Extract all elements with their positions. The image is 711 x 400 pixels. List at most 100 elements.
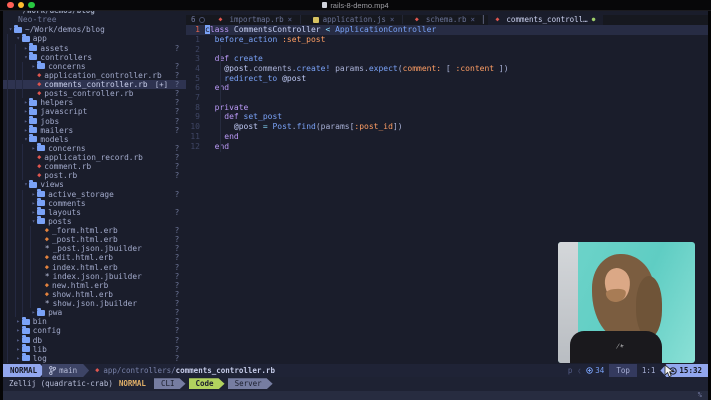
tree-item[interactable]: ▸layouts? bbox=[3, 208, 186, 217]
chevron-right-icon[interactable]: ▸ bbox=[30, 200, 37, 207]
tree-item-label: db bbox=[33, 336, 42, 345]
tree-item[interactable]: ▾views bbox=[3, 180, 186, 189]
folder-icon bbox=[29, 109, 37, 115]
zellij-tab-cli[interactable]: CLI bbox=[154, 378, 186, 389]
chevron-right-icon[interactable]: ▸ bbox=[30, 63, 37, 70]
code-line[interactable]: 2 bbox=[186, 45, 708, 55]
tree-item[interactable]: ◆application_record.rb? bbox=[3, 153, 186, 162]
git-status: ? bbox=[171, 190, 183, 199]
chevron-right-icon[interactable]: ▸ bbox=[30, 145, 37, 152]
statusline-right: p ❮ 34 Top 1:1 15:32 bbox=[568, 364, 708, 377]
chevron-right-icon[interactable]: ▸ bbox=[30, 309, 37, 316]
tree-item[interactable]: ▸db? bbox=[3, 336, 186, 345]
tree-item[interactable]: ▸comments bbox=[3, 199, 186, 208]
git-status: ? bbox=[171, 117, 183, 126]
chevron-right-icon[interactable]: ▸ bbox=[22, 45, 29, 52]
chevron-right-icon[interactable]: ▸ bbox=[22, 108, 29, 115]
indent-guide bbox=[15, 217, 23, 226]
close-buffer-icon[interactable]: × bbox=[470, 15, 475, 24]
tree-item-label: log bbox=[33, 354, 47, 363]
folder-icon bbox=[37, 145, 45, 151]
git-status: ? bbox=[171, 62, 183, 71]
indent-guide bbox=[7, 281, 15, 290]
buffer-tab[interactable]: ◆comments_controll…● bbox=[488, 15, 604, 26]
close-buffer-icon[interactable]: × bbox=[288, 15, 293, 24]
tree-item[interactable]: ◆_post.html.erb? bbox=[3, 235, 186, 244]
indent-guide bbox=[7, 263, 15, 272]
tree-item[interactable]: ▸pwa? bbox=[3, 308, 186, 317]
indent-guide bbox=[15, 263, 23, 272]
tree-item[interactable]: ◆show.html.erb? bbox=[3, 290, 186, 299]
chevron-right-icon[interactable]: ▸ bbox=[30, 191, 37, 198]
indent-guide bbox=[22, 299, 30, 308]
chevron-right-icon[interactable]: ▸ bbox=[15, 346, 22, 353]
chevron-right-icon[interactable]: ▸ bbox=[15, 337, 22, 344]
tree-item[interactable]: ◆_form.html.erb? bbox=[3, 226, 186, 235]
buffer-tab-label: schema.rb bbox=[426, 15, 467, 24]
code-line[interactable]: 10 @post = Post.find(params[:post_id]) bbox=[186, 122, 708, 132]
chevron-down-icon[interactable]: ▾ bbox=[7, 26, 14, 33]
tree-item[interactable]: ▸log? bbox=[3, 354, 186, 363]
git-status: ? bbox=[171, 290, 183, 299]
tree-item[interactable]: ◆application_controller.rb? bbox=[3, 71, 186, 80]
tree-item[interactable]: ◆posts_controller.rb? bbox=[3, 89, 186, 98]
neotree-panel[interactable]: ▾~/Work/demos/blog▾app▸assets?▾controlle… bbox=[3, 25, 186, 364]
chevron-down-icon[interactable]: ▾ bbox=[22, 181, 29, 188]
tree-item[interactable]: ◆comments_controller.rb[+]? bbox=[3, 80, 186, 89]
code-line[interactable]: 7 bbox=[186, 93, 708, 103]
code-line[interactable]: 12 end bbox=[186, 142, 708, 152]
zellij-tab-code[interactable]: Code bbox=[189, 378, 225, 389]
code-line[interactable]: 11 end bbox=[186, 132, 708, 142]
tree-item[interactable]: ▾~/Work/demos/blog bbox=[3, 25, 186, 34]
chevron-right-icon[interactable]: ▸ bbox=[15, 355, 22, 362]
code-text: def create bbox=[205, 54, 263, 64]
buffer-tab[interactable]: ◆schema.rb× bbox=[407, 15, 483, 26]
tree-item[interactable]: *_post.json.jbuilder? bbox=[3, 244, 186, 253]
chevron-right-icon[interactable]: ▸ bbox=[22, 118, 29, 125]
code-line[interactable]: 3 def create bbox=[186, 54, 708, 64]
code-line[interactable]: 5 redirect_to @post bbox=[186, 74, 708, 84]
git-status: ? bbox=[171, 71, 183, 80]
chevron-right-icon[interactable]: ▸ bbox=[22, 127, 29, 134]
chevron-right-icon[interactable]: ▸ bbox=[15, 327, 22, 334]
tree-item[interactable]: ▾models bbox=[3, 135, 186, 144]
tree-item[interactable]: *show.json.jbuilder? bbox=[3, 299, 186, 308]
code-line[interactable]: 9 def set_post bbox=[186, 112, 708, 122]
close-buffer-icon[interactable]: × bbox=[390, 15, 395, 24]
chevron-right-icon[interactable]: ▸ bbox=[30, 209, 37, 216]
tree-item[interactable]: ◆edit.html.erb? bbox=[3, 253, 186, 262]
tree-item-label: comment.rb bbox=[44, 162, 91, 171]
tree-item[interactable]: *index.json.jbuilder? bbox=[3, 272, 186, 281]
tree-item[interactable]: ▾posts bbox=[3, 217, 186, 226]
tree-item[interactable]: ▾controllers bbox=[3, 53, 186, 62]
zellij-tab-server[interactable]: Server bbox=[228, 378, 273, 389]
tree-item[interactable]: ▸lib? bbox=[3, 345, 186, 354]
chevron-down-icon[interactable]: ▾ bbox=[15, 35, 22, 42]
chevron-right-icon[interactable]: ▸ bbox=[22, 99, 29, 106]
tree-item-label: show.json.jbuilder bbox=[53, 299, 138, 308]
code-line[interactable]: 4 @post.comments.create! params.expect(c… bbox=[186, 64, 708, 74]
tree-item[interactable]: ▸active_storage? bbox=[3, 190, 186, 199]
tree-item[interactable]: ▸concerns? bbox=[3, 62, 186, 71]
tree-item-label: assets bbox=[40, 44, 68, 53]
code-line[interactable]: 1 before_action :set_post bbox=[186, 35, 708, 45]
chevron-down-icon[interactable]: ▾ bbox=[30, 218, 37, 225]
buffer-tab[interactable]: application.js× bbox=[305, 15, 403, 26]
chevron-right-icon[interactable]: ▸ bbox=[15, 318, 22, 325]
tree-item[interactable]: ◆index.html.erb? bbox=[3, 263, 186, 272]
tree-item[interactable]: ◆new.html.erb? bbox=[3, 281, 186, 290]
code-line[interactable]: 6 end bbox=[186, 83, 708, 93]
zellij-statusbar: Zellij (quadratic-crab) NORMAL CLICodeSe… bbox=[3, 377, 708, 391]
tree-item[interactable]: ▸bin? bbox=[3, 317, 186, 326]
tree-item-label: lib bbox=[33, 345, 47, 354]
code-line[interactable]: 1class CommentsController < ApplicationC… bbox=[186, 25, 708, 35]
buffer-tab[interactable]: ◆importmap.rb× bbox=[211, 15, 301, 26]
chevron-down-icon[interactable]: ▾ bbox=[22, 136, 29, 143]
tree-item[interactable]: ▸concerns? bbox=[3, 144, 186, 153]
chevron-down-icon[interactable]: ▾ bbox=[22, 54, 29, 61]
code-line[interactable]: 8 private bbox=[186, 103, 708, 113]
line-number: 2 bbox=[186, 45, 205, 55]
tree-item[interactable]: ◆comment.rb? bbox=[3, 162, 186, 171]
indent-guide bbox=[22, 80, 30, 89]
tree-item[interactable]: ▸config? bbox=[3, 326, 186, 335]
